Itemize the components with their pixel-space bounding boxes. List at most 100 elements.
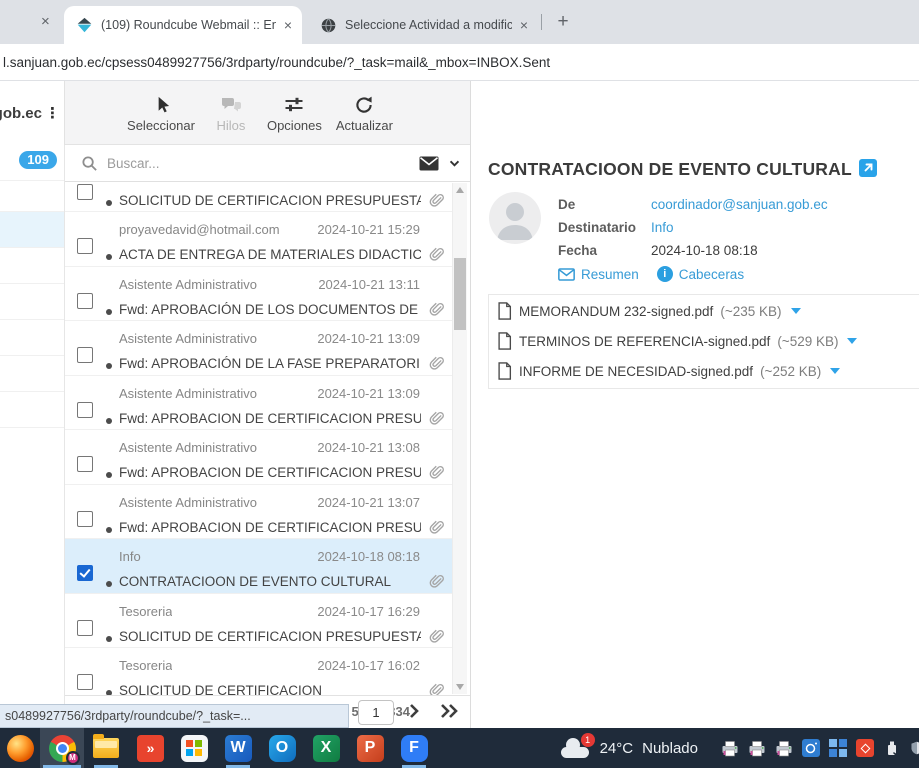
folder-row[interactable] — [0, 176, 64, 212]
taskbar-app-word[interactable]: W — [216, 728, 260, 768]
from-address-link[interactable]: coordinador@sanjuan.gob.ec — [651, 197, 828, 212]
header-label: Fecha — [558, 243, 651, 258]
attachment-paperclip-icon — [428, 245, 445, 263]
logo-cell: gob.ec ⋮ — [0, 81, 65, 145]
message-row[interactable]: proyavedavid@hotmail.com 2024-10-21 15:2… — [65, 212, 455, 267]
taskbar-app-microsoft-store[interactable] — [172, 728, 216, 768]
pdf-file-icon — [497, 332, 512, 350]
recipient-link[interactable]: Info — [651, 220, 674, 235]
scroll-up-icon[interactable] — [456, 187, 464, 193]
row-checkbox[interactable] — [77, 620, 93, 636]
attachment-row[interactable]: MEMORANDUM 232-signed.pdf (~235 KB) — [497, 297, 919, 325]
attachment-name[interactable]: TERMINOS DE REFERENCIA-signed.pdf — [519, 334, 770, 349]
row-checkbox[interactable] — [77, 402, 93, 418]
weather-condition: Nublado — [642, 740, 698, 757]
attachment-name[interactable]: INFORME DE NECESIDAD-signed.pdf — [519, 364, 753, 379]
folder-row[interactable] — [0, 356, 64, 392]
microsoft-logo-icon — [186, 740, 202, 756]
tab-roundcube[interactable]: (109) Roundcube Webmail :: Env × — [64, 6, 302, 44]
select-button[interactable]: Seleccionar — [127, 93, 195, 133]
taskbar-app-firefox[interactable] — [0, 728, 40, 768]
message-row[interactable]: SOLICITUD DE CERTIFICACION PRESUPUESTA..… — [65, 182, 455, 212]
security-shield-icon[interactable] — [910, 739, 919, 757]
profile-badge: M — [66, 751, 80, 765]
row-checkbox[interactable] — [77, 347, 93, 363]
message-row[interactable]: Tesoreria 2024-10-17 16:29 SOLICITUD DE … — [65, 594, 455, 649]
printer-icon[interactable] — [721, 739, 739, 757]
red-diamond-tray-icon[interactable] — [856, 739, 874, 757]
row-subject: SOLICITUD DE CERTIFICACION — [119, 683, 421, 695]
attachment-menu-caret-icon[interactable] — [847, 338, 857, 344]
close-tab-icon[interactable]: × — [520, 18, 528, 32]
printer-icon[interactable] — [748, 739, 766, 757]
row-checkbox[interactable] — [77, 293, 93, 309]
page-input[interactable] — [358, 700, 394, 725]
scroll-down-icon[interactable] — [456, 684, 464, 690]
message-row[interactable]: Asistente Administrativo 2024-10-21 13:0… — [65, 430, 455, 485]
folder-row[interactable] — [0, 284, 64, 320]
message-row[interactable]: Asistente Administrativo 2024-10-21 13:0… — [65, 321, 455, 376]
attachment-row[interactable]: TERMINOS DE REFERENCIA-signed.pdf (~529 … — [497, 327, 919, 355]
search-input[interactable] — [107, 156, 419, 171]
new-tab-button[interactable]: + — [551, 10, 575, 34]
threads-button[interactable]: Hilos — [209, 93, 253, 133]
folder-row[interactable] — [0, 320, 64, 356]
row-checkbox[interactable] — [77, 456, 93, 472]
taskbar-tray: 1 24°C Nublado — [559, 728, 919, 768]
message-row[interactable]: Info 2024-10-18 08:18 CONTRATACIOON DE E… — [65, 539, 455, 594]
message-row[interactable]: Asistente Administrativo 2024-10-21 13:0… — [65, 485, 455, 540]
row-checkbox[interactable] — [77, 238, 93, 254]
row-subject: SOLICITUD DE CERTIFICACION PRESUPUESTA..… — [119, 193, 421, 208]
message-row[interactable]: Asistente Administrativo 2024-10-21 13:1… — [65, 267, 455, 322]
taskbar-app-chrome[interactable]: M — [40, 728, 84, 768]
attachment-name[interactable]: MEMORANDUM 232-signed.pdf — [519, 304, 713, 319]
taskbar-app-red-app[interactable]: » — [128, 728, 172, 768]
scrollbar-thumb[interactable] — [454, 258, 466, 330]
headers-link[interactable]: i Cabeceras — [657, 266, 744, 282]
printer-icon[interactable] — [775, 739, 793, 757]
last-page-icon[interactable] — [437, 702, 461, 720]
summary-link[interactable]: Resumen — [558, 267, 639, 282]
tiles-app-icon[interactable] — [829, 739, 847, 757]
next-page-icon[interactable] — [405, 702, 423, 720]
row-checkbox[interactable] — [77, 674, 93, 690]
unread-dot-icon — [106, 309, 112, 315]
list-scrollbar[interactable] — [452, 183, 467, 694]
attachment-menu-caret-icon[interactable] — [791, 308, 801, 314]
close-tab-icon[interactable]: × — [41, 13, 50, 30]
message-view: CONTRATACIOON DE EVENTO CULTURAL De coor… — [470, 81, 919, 728]
taskbar-app-excel[interactable]: X — [304, 728, 348, 768]
header-row-date: Fecha 2024-10-18 08:18 — [558, 239, 828, 262]
attachment-paperclip-icon — [428, 627, 445, 645]
kebab-menu-icon[interactable]: ⋮ — [45, 104, 60, 122]
attachment-row[interactable]: INFORME DE NECESIDAD-signed.pdf (~252 KB… — [497, 357, 919, 385]
folder-row[interactable] — [0, 392, 64, 428]
refresh-icon — [353, 93, 375, 115]
folder-row[interactable] — [0, 248, 64, 284]
attachment-menu-caret-icon[interactable] — [830, 368, 840, 374]
camera-app-icon[interactable] — [802, 739, 820, 757]
search-options-chevron-icon[interactable] — [449, 160, 460, 167]
scope-envelope-icon[interactable] — [419, 156, 439, 171]
message-row[interactable]: Tesoreria 2024-10-17 16:02 SOLICITUD DE … — [65, 648, 455, 695]
taskbar-app-file-explorer[interactable] — [84, 728, 128, 768]
row-checkbox[interactable] — [77, 184, 93, 200]
folder-row-selected[interactable] — [0, 212, 64, 248]
usb-eject-icon[interactable] — [883, 739, 901, 757]
open-in-new-window-icon[interactable] — [859, 159, 877, 177]
envelope-icon — [558, 268, 575, 281]
weather-widget[interactable]: 1 24°C Nublado — [559, 737, 698, 759]
message-list-rows: SOLICITUD DE CERTIFICACION PRESUPUESTA..… — [65, 182, 455, 695]
taskbar-app-powerpoint[interactable]: P — [348, 728, 392, 768]
options-button[interactable]: Opciones — [267, 93, 322, 133]
row-date: 2024-10-17 16:29 — [317, 604, 420, 619]
url-bar[interactable]: l.sanjuan.gob.ec/cpsess0489927756/3rdpar… — [0, 44, 919, 81]
taskbar-app-forticlient[interactable]: F — [392, 728, 436, 768]
row-checkbox[interactable] — [77, 511, 93, 527]
taskbar-app-outlook[interactable]: O — [260, 728, 304, 768]
tab-actividad[interactable]: Seleccione Actividad a modifica × — [308, 6, 538, 44]
message-row[interactable]: Asistente Administrativo 2024-10-21 13:0… — [65, 376, 455, 431]
row-checkbox[interactable] — [77, 565, 93, 581]
refresh-button[interactable]: Actualizar — [336, 93, 393, 133]
close-tab-icon[interactable]: × — [284, 18, 292, 32]
